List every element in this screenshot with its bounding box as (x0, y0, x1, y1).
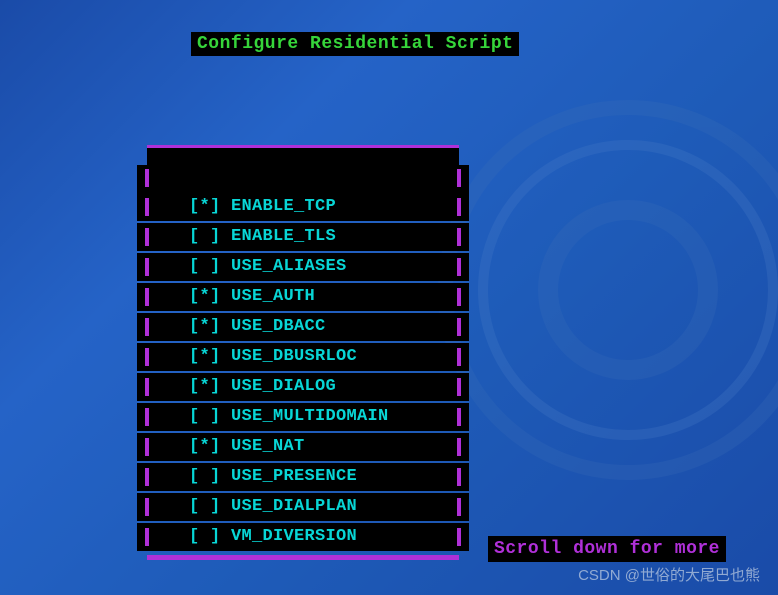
menu-item-use_dbacc[interactable]: [*] USE_DBACC (137, 313, 469, 341)
background-decoration (418, 80, 778, 500)
menu-item-use_nat[interactable]: [*] USE_NAT (137, 433, 469, 461)
dialog-border-top (147, 145, 459, 165)
menu-item-use_presence[interactable]: [ ] USE_PRESENCE (137, 463, 469, 491)
menu-item-label: [*] USE_DBUSRLOC (189, 347, 357, 366)
menu-item-label: [*] ENABLE_TCP (189, 197, 336, 216)
dialog-header-spacer (137, 165, 469, 193)
menu-item-enable_tls[interactable]: [ ] ENABLE_TLS (137, 223, 469, 251)
watermark: CSDN @世俗的大尾巴也熊 (578, 564, 760, 585)
menu-item-label: [ ] USE_DIALPLAN (189, 497, 357, 516)
menu-item-use_dbusrloc[interactable]: [*] USE_DBUSRLOC (137, 343, 469, 371)
menu-item-label: [ ] VM_DIVERSION (189, 527, 357, 546)
checklist-menu[interactable]: [*] ENABLE_TCP [ ] ENABLE_TLS [ ] USE_ALIA… (137, 193, 469, 553)
menu-item-label: [ ] USE_ALIASES (189, 257, 347, 276)
menu-item-use_aliases[interactable]: [ ] USE_ALIASES (137, 253, 469, 281)
dialog-title: Configure Residential Script (191, 32, 519, 56)
menu-item-label: [ ] ENABLE_TLS (189, 227, 336, 246)
menu-item-use_auth[interactable]: [*] USE_AUTH (137, 283, 469, 311)
menu-item-label: [*] USE_DBACC (189, 317, 326, 336)
menu-item-label: [ ] USE_MULTIDOMAIN (189, 407, 389, 426)
menu-item-enable_tcp[interactable]: [*] ENABLE_TCP (137, 193, 469, 221)
menu-item-use_dialplan[interactable]: [ ] USE_DIALPLAN (137, 493, 469, 521)
menu-item-use_multidomain[interactable]: [ ] USE_MULTIDOMAIN (137, 403, 469, 431)
dialog-border-bottom (147, 555, 459, 560)
menu-item-label: [*] USE_DIALOG (189, 377, 336, 396)
menu-item-vm_diversion[interactable]: [ ] VM_DIVERSION (137, 523, 469, 551)
menu-item-label: [*] USE_AUTH (189, 287, 315, 306)
menu-item-label: [ ] USE_PRESENCE (189, 467, 357, 486)
menu-item-use_dialog[interactable]: [*] USE_DIALOG (137, 373, 469, 401)
menu-item-label: [*] USE_NAT (189, 437, 305, 456)
scroll-down-hint: Scroll down for more (488, 536, 726, 562)
